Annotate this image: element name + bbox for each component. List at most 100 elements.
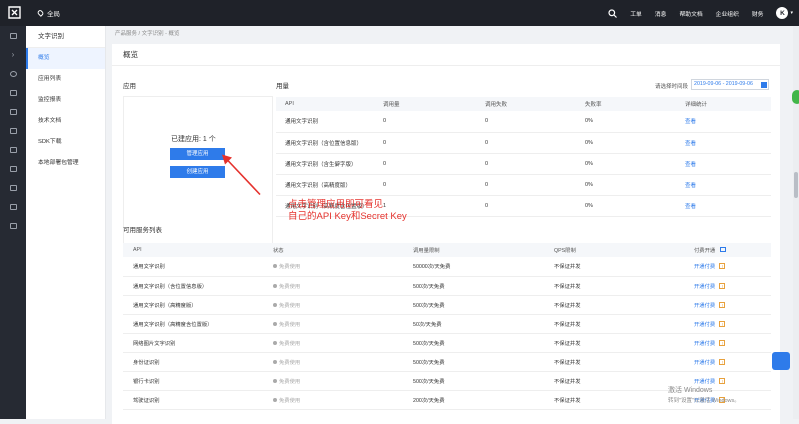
svc-api: 通用文字识别（高精度含位置版） xyxy=(123,314,263,334)
svc-status: 免费使用 xyxy=(279,340,301,347)
info-icon[interactable]: ! xyxy=(719,320,726,327)
usage-failed: 0 xyxy=(476,111,576,133)
usage-col-calls: 调用量 xyxy=(374,97,476,111)
info-icon[interactable]: ! xyxy=(719,282,726,289)
rail-item-6[interactable] xyxy=(0,159,26,178)
sidebar-item-sdk[interactable]: SDK下载 xyxy=(26,132,105,153)
edit-icon[interactable] xyxy=(719,247,726,252)
view-link[interactable]: 查看 xyxy=(685,162,696,168)
sidebar-item-docs[interactable]: 技术文档 xyxy=(26,111,105,132)
usage-section-label: 用量 xyxy=(276,83,289,90)
nav-enterprise[interactable]: 企业组织 xyxy=(716,9,739,18)
svc-col-limit: 调用量限制 xyxy=(403,243,544,257)
chart-icon xyxy=(9,146,17,153)
enable-pay-link[interactable]: 开通付费 xyxy=(694,379,715,385)
rail-item-8[interactable] xyxy=(0,197,26,216)
svc-api: 银行卡识别 xyxy=(123,371,263,391)
location-pin-icon xyxy=(36,9,45,17)
nav-finance[interactable]: 财务 xyxy=(752,9,764,18)
rail-expand-item[interactable]: › xyxy=(0,45,26,64)
table-row: 通用文字识别（高精度含位置版） 免费使用 50次/天免费 不保证并发 开通付费! xyxy=(123,314,771,334)
nav-ticket[interactable]: 工单 xyxy=(630,9,642,18)
rail-item-9[interactable] xyxy=(0,216,26,235)
info-icon[interactable]: ! xyxy=(719,377,726,384)
usage-failed: 0 xyxy=(476,195,576,217)
svc-col-api: API xyxy=(123,243,263,257)
usage-api: 通用文字识别 xyxy=(276,111,374,133)
app-section-label: 应用 xyxy=(123,83,136,90)
services-section-label: 可用服务列表 xyxy=(123,227,162,234)
usage-failed: 0 xyxy=(476,174,576,196)
rail-item-1[interactable] xyxy=(0,64,26,83)
logo-icon[interactable] xyxy=(8,6,21,19)
product-rail: › xyxy=(0,26,26,419)
customer-service-icon[interactable] xyxy=(772,352,790,370)
svc-qps: 不保证并发 xyxy=(544,276,684,296)
nav-help-docs[interactable]: 帮助文档 xyxy=(679,9,702,18)
server-icon xyxy=(9,89,17,96)
scrollbar-track[interactable] xyxy=(793,26,799,419)
svc-api: 通用文字识别 xyxy=(123,257,263,277)
enable-pay-link[interactable]: 开通付费 xyxy=(694,341,715,347)
view-link[interactable]: 查看 xyxy=(685,119,696,125)
nav-messages[interactable]: 消息 xyxy=(655,9,667,18)
app-count: 已建应用: 1 个 xyxy=(171,136,216,143)
svc-limit: 500次/天免费 xyxy=(403,295,544,315)
rail-item-2[interactable] xyxy=(0,83,26,102)
enable-pay-link[interactable]: 开通付费 xyxy=(694,264,715,270)
sidebar-item-local-deploy[interactable]: 本地部署包管理 xyxy=(26,153,105,174)
avatar[interactable]: K xyxy=(776,7,789,19)
rail-item-3[interactable] xyxy=(0,102,26,121)
table-row: 通用文字识别（含位置信息版） 0 0 0% 查看 xyxy=(276,132,771,154)
svc-limit: 500次/天免费 xyxy=(403,276,544,296)
enable-pay-link[interactable]: 开通付费 xyxy=(694,284,715,290)
view-link[interactable]: 查看 xyxy=(685,141,696,147)
svc-status: 免费使用 xyxy=(279,397,301,404)
search-icon[interactable] xyxy=(608,8,618,18)
usage-calls: 0 xyxy=(374,153,476,175)
enable-pay-link[interactable]: 开通付费 xyxy=(694,303,715,309)
svc-status: 免费使用 xyxy=(279,302,301,309)
usage-rate: 0% xyxy=(576,153,676,175)
svc-col-pay-label: 付费开通 xyxy=(694,248,716,254)
info-icon[interactable]: ! xyxy=(719,301,726,308)
scrollbar-thumb[interactable] xyxy=(794,172,798,198)
view-link[interactable]: 查看 xyxy=(685,183,696,189)
usage-rate: 0% xyxy=(576,174,676,196)
info-icon[interactable]: ! xyxy=(719,263,726,270)
info-icon[interactable]: ! xyxy=(719,339,726,346)
region-selector[interactable]: 全局 xyxy=(36,8,60,18)
svc-col-pay: 付费开通 xyxy=(684,243,771,257)
user-menu[interactable]: K ▾ xyxy=(776,7,793,19)
floating-badge-icon[interactable] xyxy=(792,90,799,104)
svc-api: 通用文字识别（含位置信息版） xyxy=(123,276,263,296)
top-bar: 全局 工单 消息 帮助文档 企业组织 财务 K ▾ xyxy=(0,0,799,26)
date-range-value: 2019-09-06 - 2019-09-06 xyxy=(694,81,753,87)
date-range-picker[interactable]: 2019-09-06 - 2019-09-06 xyxy=(691,79,769,90)
status-dot-icon xyxy=(273,321,277,326)
info-icon[interactable]: ! xyxy=(719,358,726,365)
svc-status: 免费使用 xyxy=(279,264,301,271)
svc-status: 免费使用 xyxy=(279,321,301,328)
status-dot-icon xyxy=(273,378,277,383)
view-link[interactable]: 查看 xyxy=(685,204,696,210)
table-row: 通用文字识别（含生僻字版） 0 0 0% 查看 xyxy=(276,153,771,175)
usage-rate: 0% xyxy=(576,111,676,133)
status-dot-icon xyxy=(273,264,277,269)
usage-rate: 0% xyxy=(576,132,676,154)
sidebar-item-overview[interactable]: 概览 xyxy=(26,48,105,69)
rail-item-4[interactable] xyxy=(0,121,26,140)
svc-status: 免费使用 xyxy=(279,378,301,385)
svc-status: 免费使用 xyxy=(279,283,301,290)
calendar-icon[interactable] xyxy=(761,81,767,88)
sidebar-item-monitor[interactable]: 监控报表 xyxy=(26,90,105,111)
svc-col-qps: QPS限制 xyxy=(544,243,684,257)
svc-qps: 不保证并发 xyxy=(544,295,684,315)
top-nav: 工单 消息 帮助文档 企业组织 财务 K ▾ xyxy=(608,0,793,26)
enable-pay-link[interactable]: 开通付费 xyxy=(694,322,715,328)
rail-item-5[interactable] xyxy=(0,140,26,159)
rail-grid-item[interactable] xyxy=(0,26,26,45)
enable-pay-link[interactable]: 开通付费 xyxy=(694,360,715,366)
sidebar-item-app-list[interactable]: 应用列表 xyxy=(26,69,105,90)
rail-item-7[interactable] xyxy=(0,178,26,197)
